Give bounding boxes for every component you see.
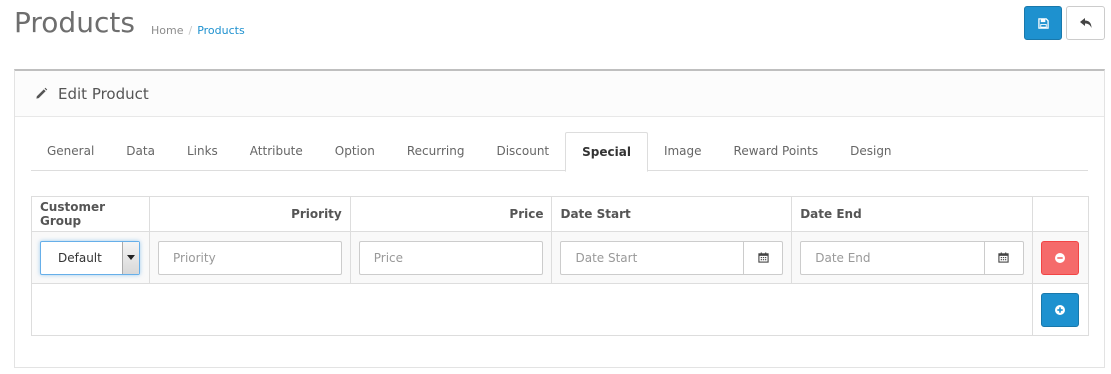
price-input[interactable]: Price <box>358 240 544 275</box>
edit-product-panel: Edit Product General Data Links Attribut… <box>14 69 1105 368</box>
tab-image[interactable]: Image <box>648 132 718 171</box>
tab-recurring[interactable]: Recurring <box>391 132 481 171</box>
save-icon <box>1037 17 1049 29</box>
add-special-button[interactable] <box>1040 292 1079 327</box>
plus-circle-icon <box>1054 304 1065 315</box>
tab-attribute[interactable]: Attribute <box>234 132 319 171</box>
calendar-icon <box>758 252 769 263</box>
reply-icon <box>1079 18 1091 28</box>
date-end-group: Date End <box>800 240 1024 275</box>
calendar-icon <box>998 252 1010 263</box>
tab-special[interactable]: Special <box>565 132 648 172</box>
date-end-cell: Date End <box>791 231 1033 284</box>
column-header-date-start: Date Start <box>551 196 793 232</box>
footer-spacer <box>31 283 1033 336</box>
priority-cell: Priority <box>148 231 351 284</box>
tab-design[interactable]: Design <box>834 132 907 171</box>
table-row: Default Priority Price Date Start Date E… <box>31 231 1090 284</box>
date-start-group: Date Start <box>560 240 784 275</box>
breadcrumb-home[interactable]: Home <box>151 24 183 37</box>
special-table: Customer Group Priority Price Date Start… <box>31 196 1090 336</box>
save-button[interactable] <box>1024 6 1062 40</box>
table-footer-row <box>31 283 1090 336</box>
column-header-priority: Priority <box>148 196 351 232</box>
column-header-date-end: Date End <box>791 196 1033 232</box>
column-header-price: Price <box>349 196 553 232</box>
column-header-actions <box>1031 196 1090 232</box>
date-end-input[interactable]: Date End <box>800 240 985 275</box>
pencil-icon <box>36 87 48 99</box>
customer-group-select[interactable]: Default <box>40 240 140 275</box>
priority-input[interactable]: Priority <box>157 240 342 275</box>
panel-heading: Edit Product <box>15 71 1104 117</box>
panel-title: Edit Product <box>58 84 149 103</box>
remove-cell <box>1031 231 1090 284</box>
tab-reward-points[interactable]: Reward Points <box>718 132 835 171</box>
table-header-row: Customer Group Priority Price Date Start… <box>31 196 1090 232</box>
tab-links[interactable]: Links <box>171 132 234 171</box>
chevron-down-icon[interactable] <box>122 241 139 274</box>
tab-option[interactable]: Option <box>319 132 391 171</box>
page-title: Products <box>14 6 135 39</box>
product-tabs: General Data Links Attribute Option Recu… <box>31 132 1088 172</box>
date-end-calendar-button[interactable] <box>984 240 1024 275</box>
customer-group-value: Default <box>58 250 102 265</box>
minus-circle-icon <box>1054 252 1065 263</box>
remove-special-button[interactable] <box>1040 240 1079 275</box>
breadcrumb-products[interactable]: Products <box>197 24 245 37</box>
date-start-input[interactable]: Date Start <box>560 240 745 275</box>
date-start-cell: Date Start <box>551 231 793 284</box>
breadcrumb-separator: / <box>188 24 193 37</box>
column-header-customer-group: Customer Group <box>31 196 150 232</box>
price-cell: Price <box>349 231 553 284</box>
customer-group-cell: Default <box>31 231 150 284</box>
date-start-calendar-button[interactable] <box>744 240 784 275</box>
tab-data[interactable]: Data <box>110 132 171 171</box>
breadcrumb: Home / Products <box>151 24 245 37</box>
tab-discount[interactable]: Discount <box>480 132 565 171</box>
tab-general[interactable]: General <box>31 132 110 171</box>
add-cell <box>1031 283 1090 336</box>
back-button[interactable] <box>1066 6 1105 40</box>
